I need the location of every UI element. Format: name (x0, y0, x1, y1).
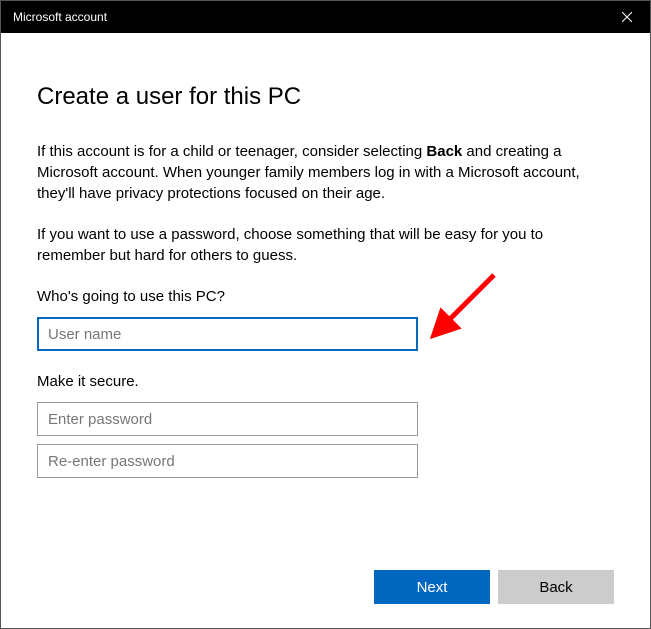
next-button[interactable]: Next (374, 570, 490, 604)
intro-paragraph-1: If this account is for a child or teenag… (37, 141, 614, 204)
footer-buttons: Next Back (374, 570, 614, 604)
close-icon (622, 12, 632, 22)
page-heading: Create a user for this PC (37, 83, 614, 111)
close-button[interactable] (604, 1, 650, 33)
password-section-label: Make it secure. (37, 373, 614, 390)
intro-paragraph-2: If you want to use a password, choose so… (37, 224, 614, 266)
intro-text-pre: If this account is for a child or teenag… (37, 143, 426, 160)
titlebar: Microsoft account (1, 1, 650, 33)
username-input[interactable] (37, 317, 418, 351)
back-emphasis: Back (426, 143, 462, 160)
back-button[interactable]: Back (498, 570, 614, 604)
username-section-label: Who's going to use this PC? (37, 288, 614, 305)
content-area: Create a user for this PC If this accoun… (1, 33, 650, 628)
window: Microsoft account Create a user for this… (0, 0, 651, 629)
window-title: Microsoft account (13, 10, 107, 24)
password-confirm-input[interactable] (37, 444, 418, 478)
password-input[interactable] (37, 402, 418, 436)
